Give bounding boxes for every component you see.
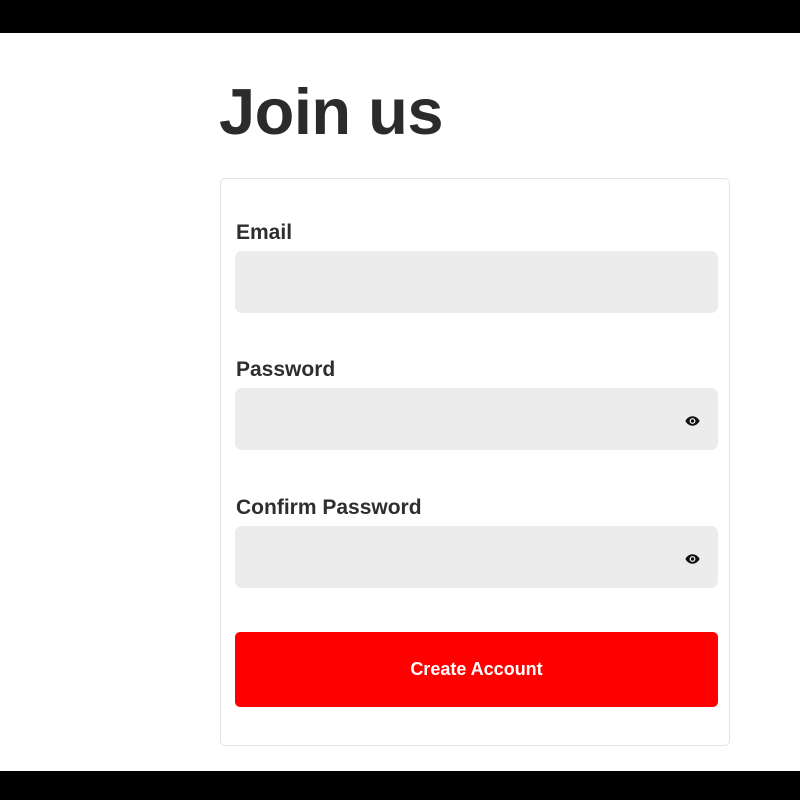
password-field[interactable] xyxy=(235,388,718,450)
create-account-button[interactable]: Create Account xyxy=(235,632,718,707)
email-field[interactable] xyxy=(235,251,718,313)
top-frame-bar xyxy=(0,0,800,33)
signup-form-card: Email Password Confirm Password Create A… xyxy=(220,178,730,746)
confirm-password-field[interactable] xyxy=(235,526,718,588)
email-label: Email xyxy=(236,221,293,244)
password-label: Password xyxy=(236,358,336,381)
email-field-container xyxy=(235,251,718,313)
bottom-frame-bar xyxy=(0,771,800,800)
page-title: Join us xyxy=(219,75,444,148)
confirm-password-label: Confirm Password xyxy=(236,496,422,519)
eye-icon[interactable] xyxy=(685,414,700,426)
password-field-container xyxy=(235,388,718,450)
eye-icon[interactable] xyxy=(685,552,700,564)
page-frame: Join us Email Password Confirm Password xyxy=(0,0,800,800)
confirm-password-field-container xyxy=(235,526,718,588)
